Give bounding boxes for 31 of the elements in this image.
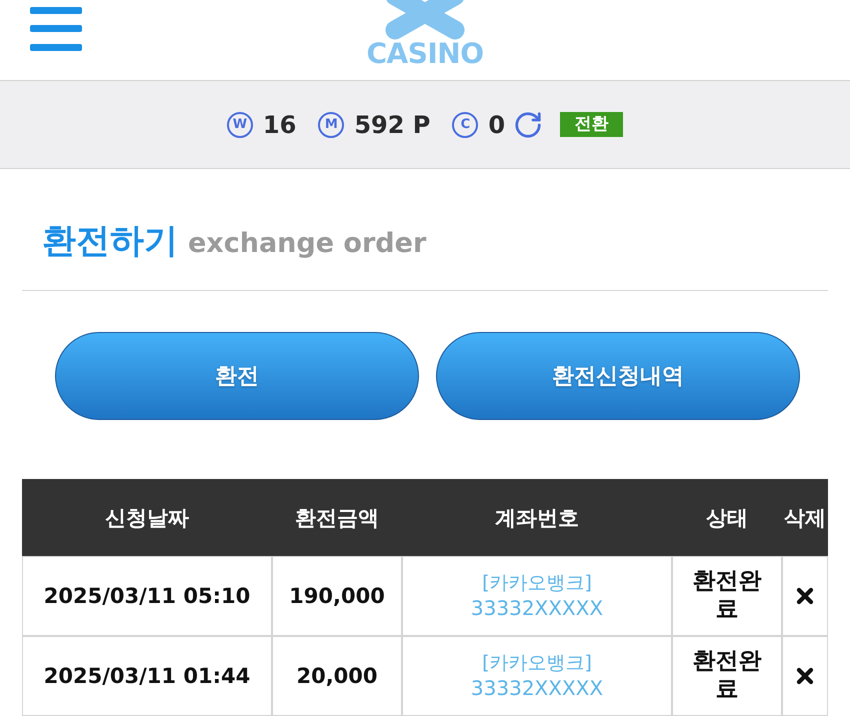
- amount-cell: 20,000: [272, 636, 402, 716]
- menu-icon[interactable]: [30, 7, 82, 51]
- account-number: 33332XXXXX: [470, 675, 604, 702]
- status-cell: 환전완료: [672, 556, 782, 636]
- status-cell: 환전완료: [672, 636, 782, 716]
- action-button[interactable]: 환전: [55, 332, 419, 420]
- refresh-icon[interactable]: [513, 110, 544, 140]
- currency-mark: C: [452, 112, 478, 138]
- action-button[interactable]: 환전신청내역: [436, 332, 800, 420]
- date-cell: 2025/03/11 05:10: [22, 556, 272, 636]
- bank-name: [카카오뱅크]: [482, 570, 592, 596]
- column-header: 상태: [672, 479, 782, 556]
- x-mark-icon[interactable]: [796, 587, 814, 605]
- balance-amount: 16: [262, 110, 296, 138]
- balance-amount: 592 P: [354, 110, 430, 138]
- convert-button[interactable]: 전환: [560, 112, 624, 137]
- page-subtitle: exchange order: [188, 227, 426, 261]
- logo-text: CASINO: [366, 40, 484, 68]
- date-cell: 2025/03/11 01:44: [22, 636, 272, 716]
- column-header: 삭제: [782, 479, 828, 556]
- x-mark-icon[interactable]: [796, 667, 814, 685]
- column-header: 신청날짜: [22, 479, 272, 556]
- currency-mark: M: [318, 112, 344, 138]
- account-number: 33332XXXXX: [470, 595, 604, 622]
- balance-amount: 0: [488, 110, 506, 138]
- currency-mark: W: [226, 112, 253, 138]
- page-title: 환전하기: [42, 220, 178, 263]
- column-header: 환전금액: [272, 479, 402, 556]
- amount-cell: 190,000: [272, 556, 402, 636]
- column-header: 계좌번호: [402, 479, 672, 556]
- bank-name: [카카오뱅크]: [482, 650, 592, 676]
